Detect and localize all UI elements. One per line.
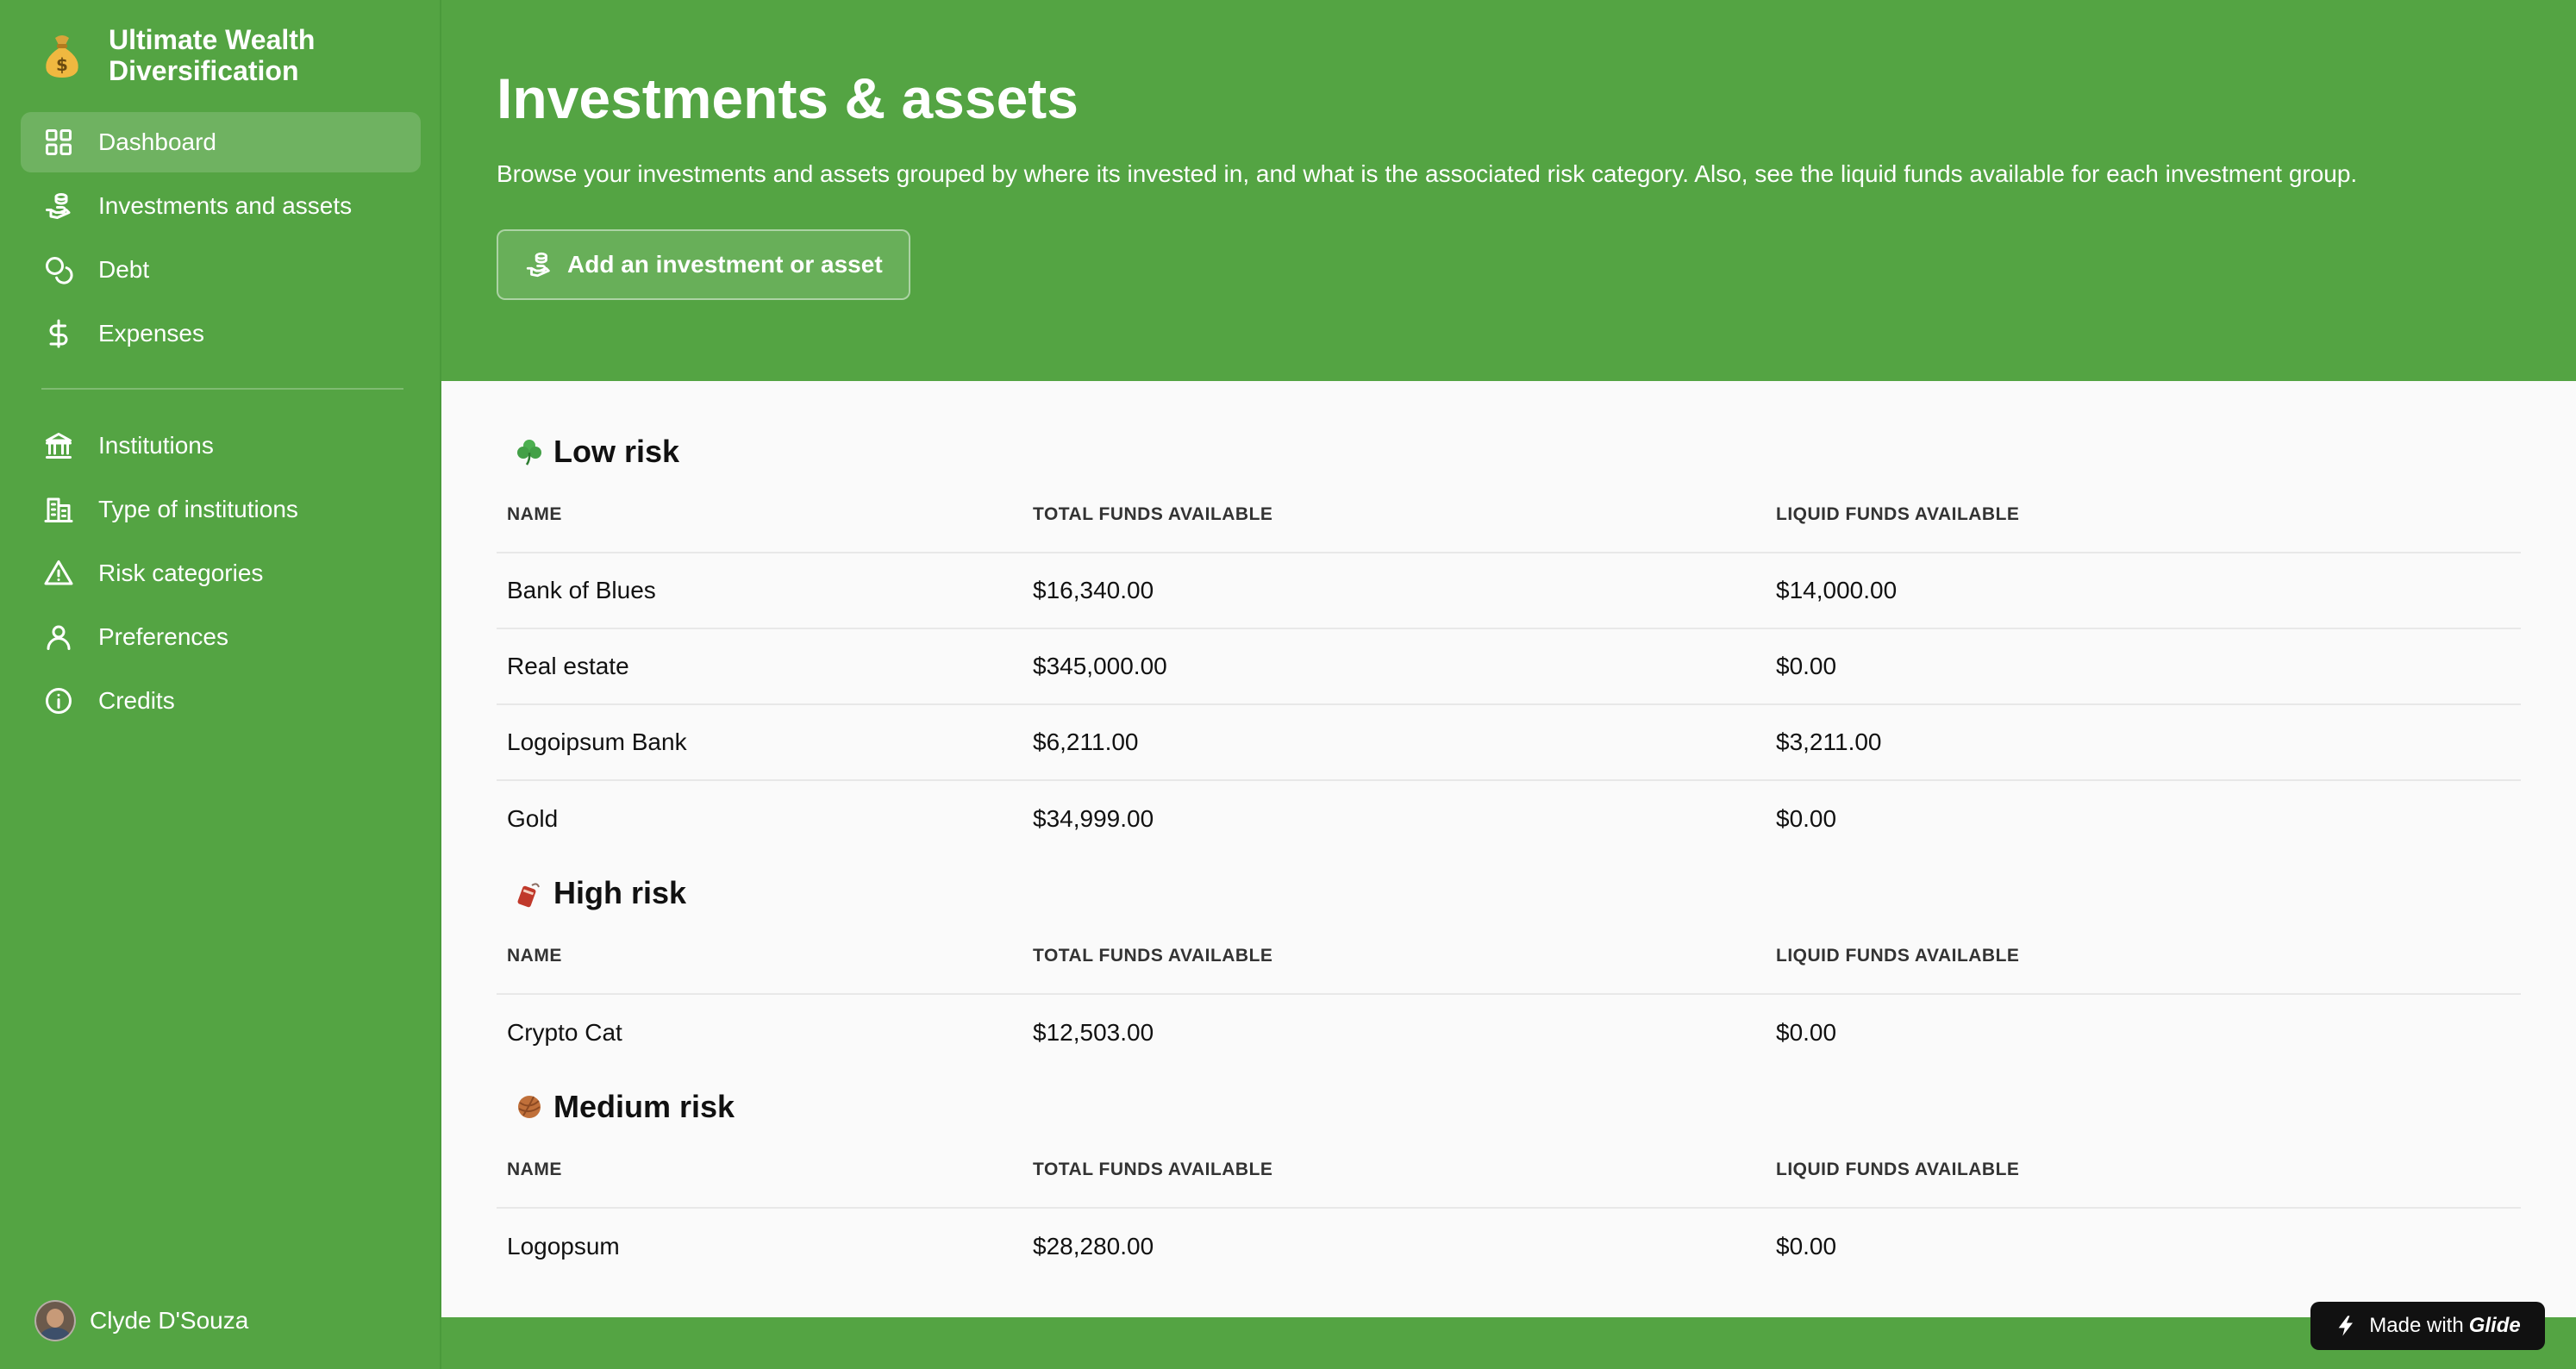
sidebar-item-label: Institutions — [98, 432, 214, 459]
cell-liquid: $0.00 — [1776, 1019, 1837, 1046]
group-title: High risk — [497, 867, 2521, 919]
sidebar-item-institutions[interactable]: Institutions — [21, 416, 421, 476]
brand[interactable]: $ Ultimate Wealth Diversification — [34, 24, 385, 86]
svg-text:$: $ — [56, 54, 68, 75]
firecracker-icon — [514, 878, 545, 909]
sidebar-item-label: Debt — [98, 256, 150, 283]
cell-name: Logopsum — [507, 1233, 620, 1260]
warning-icon — [41, 556, 76, 591]
risk-group-high: High risk NAME TOTAL FUNDS AVAILABLE LIQ… — [497, 867, 2521, 1071]
cell-name: Crypto Cat — [507, 1019, 622, 1046]
money-bag-icon: $ — [34, 28, 90, 83]
sidebar-item-investments[interactable]: Investments and assets — [21, 176, 421, 236]
sidebar-item-label: Expenses — [98, 320, 204, 347]
column-header-liquid: LIQUID FUNDS AVAILABLE — [1776, 946, 2020, 966]
main-content: Low risk NAME TOTAL FUNDS AVAILABLE LIQU… — [441, 381, 2576, 1317]
cell-liquid: $3,211.00 — [1776, 728, 1882, 755]
info-icon — [41, 684, 76, 718]
table-header-row: NAME TOTAL FUNDS AVAILABLE LIQUID FUNDS … — [497, 1133, 2521, 1209]
dollar-icon — [41, 316, 76, 351]
sidebar-item-preferences[interactable]: Preferences — [21, 607, 421, 667]
hand-coins-icon — [526, 252, 550, 278]
sidebar-item-expenses[interactable]: Expenses — [21, 303, 421, 364]
sidebar-item-dashboard[interactable]: Dashboard — [21, 112, 421, 172]
table-row[interactable]: Logopsum $28,280.00 $0.00 — [497, 1209, 2521, 1285]
column-header-total: TOTAL FUNDS AVAILABLE — [1033, 504, 1273, 524]
group-title-label: High risk — [553, 875, 687, 910]
group-title-label: Medium risk — [553, 1089, 735, 1124]
add-investment-button[interactable]: Add an investment or asset — [497, 229, 910, 300]
user-icon — [41, 620, 76, 654]
badge-brand: Glide — [2468, 1314, 2521, 1337]
sidebar-item-label: Risk categories — [98, 559, 264, 586]
cell-liquid: $0.00 — [1776, 653, 1837, 679]
page-title: Investments & assets — [497, 66, 1079, 130]
risk-group-low: Low risk NAME TOTAL FUNDS AVAILABLE LIQU… — [497, 426, 2521, 857]
cell-total: $34,999.00 — [1033, 805, 1154, 832]
yarn-ball-icon — [514, 1091, 545, 1122]
column-header-total: TOTAL FUNDS AVAILABLE — [1033, 1160, 1273, 1179]
table-row[interactable]: Bank of Blues $16,340.00 $14,000.00 — [497, 553, 2521, 629]
badge-prefix: Made with — [2369, 1314, 2464, 1337]
avatar — [34, 1300, 76, 1341]
cell-name: Logoipsum Bank — [507, 728, 687, 755]
table-header-row: NAME TOTAL FUNDS AVAILABLE LIQUID FUNDS … — [497, 919, 2521, 995]
page-description: Browse your investments and assets group… — [497, 160, 2358, 187]
column-header-name: NAME — [507, 504, 562, 524]
sidebar-item-label: Credits — [98, 687, 175, 714]
add-investment-label: Add an investment or asset — [567, 251, 883, 278]
page-header: Investments & assets Browse your investm… — [441, 0, 2576, 381]
user-name: Clyde D'Souza — [90, 1307, 249, 1334]
table-row[interactable]: Real estate $345,000.00 $0.00 — [497, 629, 2521, 705]
cell-name: Real estate — [507, 653, 629, 679]
sidebar-divider — [41, 388, 403, 390]
cell-total: $345,000.00 — [1033, 653, 1167, 679]
sidebar-item-credits[interactable]: Credits — [21, 671, 421, 731]
group-title: Low risk — [497, 426, 2521, 478]
sidebar-item-debt[interactable]: Debt — [21, 240, 421, 300]
sidebar-nav: Dashboard Investments and assets Debt Ex… — [21, 112, 421, 735]
grid-icon — [41, 125, 76, 159]
bank-icon — [41, 428, 76, 463]
column-header-liquid: LIQUID FUNDS AVAILABLE — [1776, 1160, 2020, 1179]
building-icon — [41, 492, 76, 527]
clover-icon — [514, 436, 545, 467]
sidebar-item-type-of-institutions[interactable]: Type of institutions — [21, 479, 421, 540]
cell-liquid: $0.00 — [1776, 805, 1837, 832]
lightning-icon — [2338, 1316, 2354, 1336]
column-header-liquid: LIQUID FUNDS AVAILABLE — [1776, 504, 2020, 524]
app-root: $ Ultimate Wealth Diversification Dashbo… — [0, 0, 2576, 1369]
sidebar-item-label: Preferences — [98, 623, 228, 650]
user-profile[interactable]: Clyde D'Souza — [34, 1300, 248, 1341]
sidebar-item-risk-categories[interactable]: Risk categories — [21, 543, 421, 603]
cell-total: $16,340.00 — [1033, 577, 1154, 603]
cell-total: $6,211.00 — [1033, 728, 1139, 755]
sidebar-item-label: Dashboard — [98, 128, 216, 155]
sidebar: $ Ultimate Wealth Diversification Dashbo… — [0, 0, 441, 1369]
cell-liquid: $0.00 — [1776, 1233, 1837, 1260]
cell-name: Gold — [507, 805, 559, 832]
table-row[interactable]: Crypto Cat $12,503.00 $0.00 — [497, 995, 2521, 1071]
hand-coins-icon — [41, 189, 76, 223]
made-with-glide-badge[interactable]: Made with Glide — [2310, 1302, 2545, 1350]
column-header-total: TOTAL FUNDS AVAILABLE — [1033, 946, 1273, 966]
table-row[interactable]: Logoipsum Bank $6,211.00 $3,211.00 — [497, 705, 2521, 781]
cell-liquid: $14,000.00 — [1776, 577, 1898, 603]
app-title: Ultimate Wealth Diversification — [109, 24, 316, 86]
cell-name: Bank of Blues — [507, 577, 656, 603]
sidebar-item-label: Investments and assets — [98, 192, 353, 219]
group-title-label: Low risk — [553, 434, 680, 469]
column-header-name: NAME — [507, 946, 562, 966]
group-title: Medium risk — [497, 1081, 2521, 1133]
table-row[interactable]: Gold $34,999.00 $0.00 — [497, 781, 2521, 857]
column-header-name: NAME — [507, 1160, 562, 1179]
coins-icon — [41, 253, 76, 287]
cell-total: $28,280.00 — [1033, 1233, 1154, 1260]
table-header-row: NAME TOTAL FUNDS AVAILABLE LIQUID FUNDS … — [497, 478, 2521, 553]
sidebar-item-label: Type of institutions — [98, 496, 298, 522]
cell-total: $12,503.00 — [1033, 1019, 1154, 1046]
risk-group-medium: Medium risk NAME TOTAL FUNDS AVAILABLE L… — [497, 1081, 2521, 1285]
